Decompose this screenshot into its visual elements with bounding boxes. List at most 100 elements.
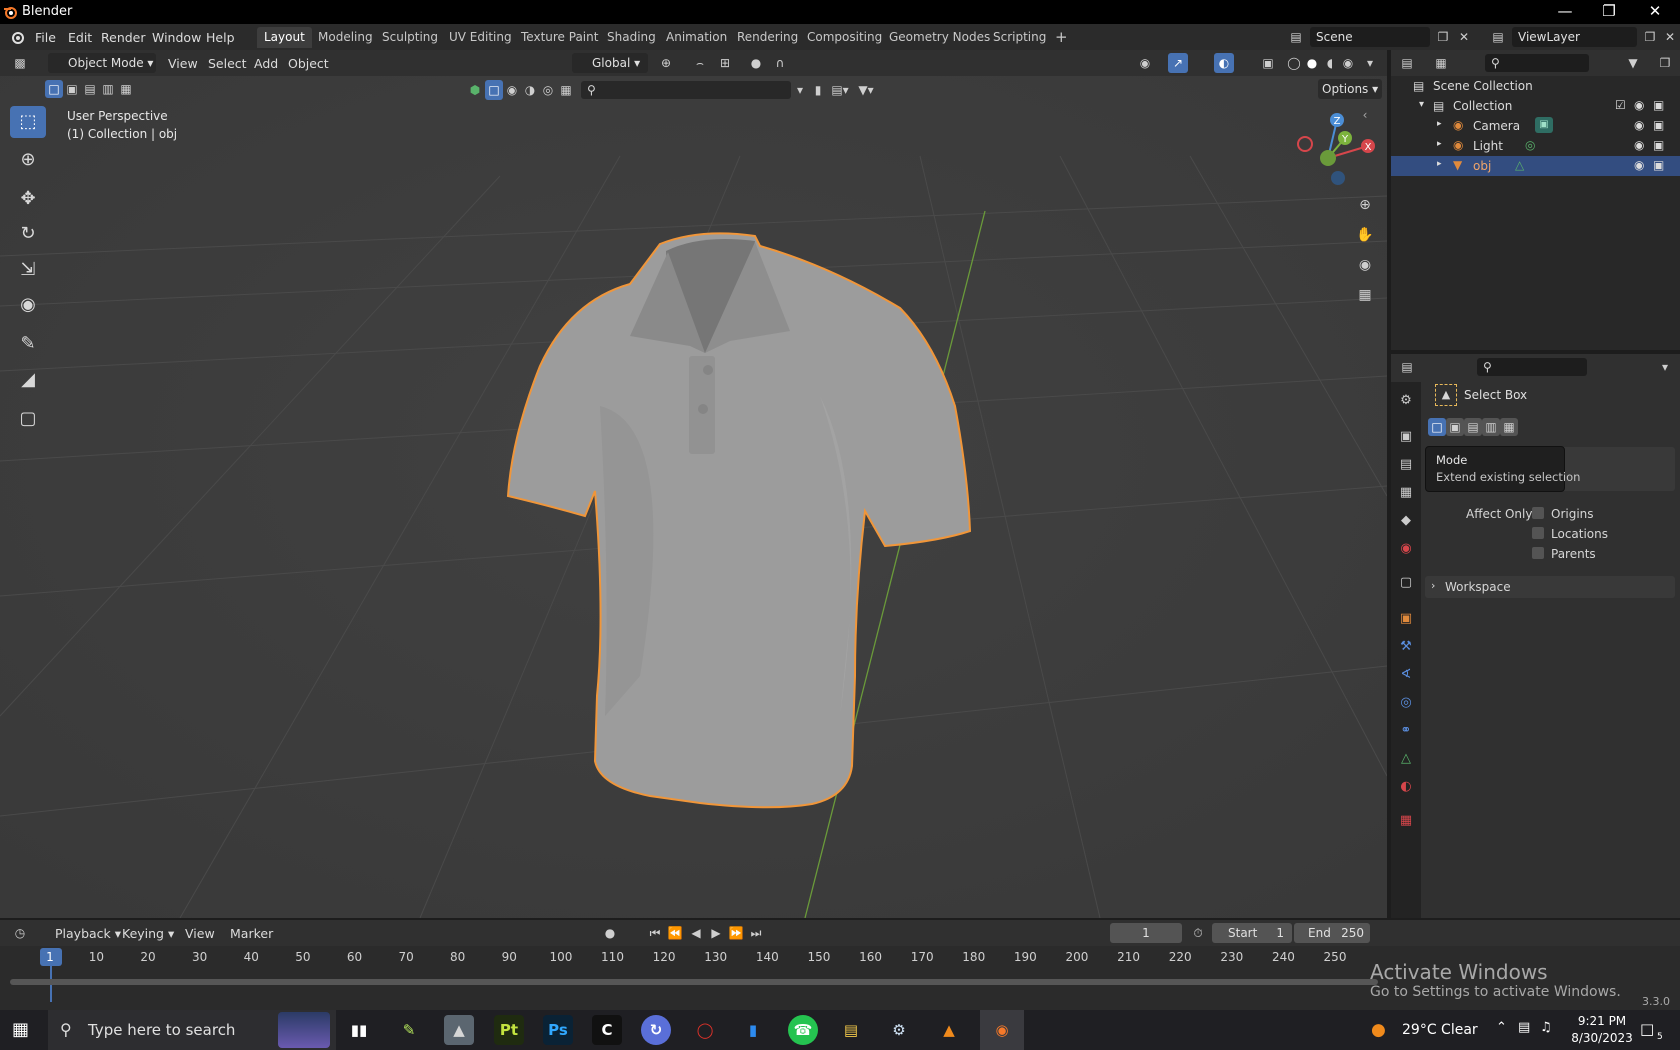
whatsapp-icon[interactable]: ☎ bbox=[788, 1015, 818, 1045]
properties-options-icon[interactable]: ▾ bbox=[1655, 357, 1675, 377]
wireframe-shading-icon[interactable]: ◯ bbox=[1284, 53, 1304, 73]
scene-tab-icon[interactable]: ◆ bbox=[1395, 510, 1417, 532]
menu-window[interactable]: Window bbox=[152, 30, 201, 45]
select-extend-icon[interactable]: ▣ bbox=[63, 80, 81, 98]
tab-texture-paint[interactable]: Texture Paint bbox=[514, 27, 605, 48]
new-viewlayer-icon[interactable]: ❐ bbox=[1640, 27, 1660, 47]
record-icon[interactable]: ● bbox=[600, 923, 620, 943]
jump-start-icon[interactable]: ⏮ bbox=[645, 923, 665, 943]
tab-compositing[interactable]: Compositing bbox=[800, 27, 889, 48]
notification-icon[interactable]: □ bbox=[1640, 1020, 1654, 1038]
properties-search-icon[interactable]: ⚲ bbox=[1477, 358, 1587, 376]
app-sync-icon[interactable]: ↻ bbox=[641, 1015, 671, 1045]
constraint-tab-icon[interactable]: ⚭ bbox=[1395, 720, 1417, 742]
funnel-icon[interactable]: ▼▾ bbox=[853, 80, 879, 100]
task-view-icon[interactable]: ▮▮ bbox=[344, 1015, 374, 1045]
tool-tab-icon[interactable]: ⚙ bbox=[1395, 390, 1417, 412]
filter-paint-icon[interactable]: ◑ bbox=[521, 80, 539, 100]
filter-box-icon[interactable]: □ bbox=[485, 80, 503, 100]
display-mode-icon[interactable]: ▦ bbox=[1431, 53, 1451, 73]
delete-viewlayer-icon[interactable]: ✕ bbox=[1660, 27, 1680, 47]
current-frame-field[interactable]: 1 bbox=[1110, 923, 1182, 943]
render-camera-icon[interactable]: ▣ bbox=[1653, 138, 1664, 152]
tray-chevron-icon[interactable]: ⌃ bbox=[1496, 1020, 1507, 1035]
timeline[interactable]: ◷ Playback ▾ Keying ▾ View Marker ● ⏮ ⏪ … bbox=[0, 920, 1680, 1010]
particles-tab-icon[interactable]: ∢ bbox=[1395, 664, 1417, 686]
mode-intersect-icon[interactable]: ▦ bbox=[1500, 418, 1518, 436]
eye-icon[interactable]: ◉ bbox=[1634, 158, 1644, 172]
render-tab-icon[interactable]: ▣ bbox=[1395, 426, 1417, 448]
select-box-tool[interactable]: ⬚ bbox=[10, 106, 46, 138]
scene-name-field[interactable]: Scene bbox=[1310, 27, 1430, 47]
overlay-toggle-icon[interactable]: ◐ bbox=[1214, 53, 1234, 73]
sort-icon[interactable]: ▤▾ bbox=[827, 80, 853, 100]
menu-help[interactable]: Help bbox=[206, 30, 235, 45]
tab-modeling[interactable]: Modeling bbox=[311, 27, 380, 48]
camera-data-icon[interactable]: ▣ bbox=[1535, 117, 1553, 133]
mesh-data-icon[interactable]: △ bbox=[1515, 158, 1524, 172]
timeline-view-menu[interactable]: View bbox=[185, 926, 215, 941]
world-tab-icon[interactable]: ◉ bbox=[1395, 538, 1417, 560]
visibility-icon[interactable]: ◉ bbox=[1135, 53, 1155, 73]
gizmo-toggle-icon[interactable]: ↗ bbox=[1168, 53, 1188, 73]
mode-extend-icon[interactable]: ▣ bbox=[1446, 418, 1464, 436]
eye-icon[interactable]: ◉ bbox=[1634, 138, 1644, 152]
store-icon[interactable]: ▮ bbox=[738, 1015, 768, 1045]
stopwatch-icon[interactable]: ⏱ bbox=[1188, 923, 1208, 943]
material-tab-icon[interactable]: ◐ bbox=[1395, 776, 1417, 798]
zoom-icon[interactable]: ⊕ bbox=[1355, 195, 1375, 215]
select-intersect-icon[interactable]: ▦ bbox=[117, 80, 135, 98]
transform-tool[interactable]: ◉ bbox=[10, 289, 46, 321]
next-keyframe-icon[interactable]: ⏩ bbox=[726, 923, 746, 943]
workspace-panel-header[interactable]: › Workspace bbox=[1425, 576, 1675, 598]
filter-grid-icon[interactable]: ▦ bbox=[557, 80, 575, 100]
viewport-menu-object[interactable]: Object bbox=[288, 56, 329, 71]
cursor-tool[interactable]: ⊕ bbox=[10, 144, 46, 176]
data-tab-icon[interactable]: △ bbox=[1395, 748, 1417, 770]
collapse-arrow-icon[interactable]: ▾ bbox=[1419, 99, 1424, 110]
vlc-icon[interactable]: ▲ bbox=[934, 1015, 964, 1045]
light-data-icon[interactable]: ◎ bbox=[1525, 138, 1535, 152]
restore-icon[interactable]: ❐ bbox=[1586, 0, 1632, 24]
tab-geometry-nodes[interactable]: Geometry Nodes bbox=[882, 27, 997, 48]
checkbox-icon[interactable]: ☑ bbox=[1615, 98, 1626, 112]
annotate-tool[interactable]: ✎ bbox=[10, 328, 46, 360]
outliner-search-icon[interactable]: ⚲ bbox=[1485, 54, 1589, 72]
mode-new-icon[interactable]: □ bbox=[1428, 418, 1446, 436]
tab-uv-editing[interactable]: UV Editing bbox=[442, 27, 519, 48]
app-c-icon[interactable]: C bbox=[592, 1015, 622, 1045]
pan-hand-icon[interactable]: ✋ bbox=[1355, 225, 1375, 245]
expand-arrow-icon[interactable]: ▸ bbox=[1437, 139, 1442, 149]
ortho-toggle-icon[interactable]: ▦ bbox=[1355, 285, 1375, 305]
object-type-icon[interactable]: ⬢ bbox=[465, 80, 485, 100]
outliner-item-light[interactable]: ▸ ◉ Light ◎ ◉ ▣ bbox=[1391, 136, 1680, 156]
timeline-scrollbar[interactable] bbox=[10, 979, 1378, 985]
xray-icon[interactable]: ▣ bbox=[1258, 53, 1278, 73]
start-button-icon[interactable]: ▦ bbox=[12, 1019, 29, 1040]
scene-browse-icon[interactable]: ▤ bbox=[1286, 27, 1306, 47]
expand-arrow-icon[interactable]: ▸ bbox=[1437, 119, 1442, 129]
camera-view-icon[interactable]: ◉ bbox=[1355, 255, 1375, 275]
physics-tab-icon[interactable]: ◎ bbox=[1395, 692, 1417, 714]
outliner-item-camera[interactable]: ▸ ◉ Camera ▣ ◉ ▣ bbox=[1391, 116, 1680, 136]
viewport-search-icon[interactable]: ⚲ bbox=[581, 81, 791, 99]
photoshop-icon[interactable]: Ps bbox=[543, 1015, 573, 1045]
object-tab-icon[interactable]: ▣ bbox=[1395, 608, 1417, 630]
measure-tool[interactable]: ◢ bbox=[10, 364, 46, 396]
network-icon[interactable]: ▤ bbox=[1518, 1020, 1530, 1035]
view-layer-tab-icon[interactable]: ▦ bbox=[1395, 482, 1417, 504]
tab-layout[interactable]: Layout bbox=[257, 27, 312, 48]
outliner-item-obj[interactable]: ▸ ▼ obj △ ◉ ▣ bbox=[1391, 156, 1680, 176]
file-explorer-icon[interactable]: ▤ bbox=[836, 1015, 866, 1045]
keying-menu[interactable]: Keying ▾ bbox=[122, 926, 174, 941]
scale-tool[interactable]: ⇲ bbox=[10, 254, 46, 286]
shading-options-icon[interactable]: ▾ bbox=[1360, 53, 1380, 73]
locations-checkbox[interactable] bbox=[1532, 527, 1544, 539]
substance-painter-icon[interactable]: Pt bbox=[494, 1015, 524, 1045]
viewport-menu-add[interactable]: Add bbox=[254, 56, 278, 71]
render-camera-icon[interactable]: ▣ bbox=[1653, 158, 1664, 172]
end-frame-field[interactable]: End 250 bbox=[1294, 923, 1370, 943]
expand-arrow-icon[interactable]: ▸ bbox=[1437, 159, 1442, 169]
collection-tab-icon[interactable]: ▢ bbox=[1395, 572, 1417, 594]
tab-animation[interactable]: Animation bbox=[659, 27, 734, 48]
